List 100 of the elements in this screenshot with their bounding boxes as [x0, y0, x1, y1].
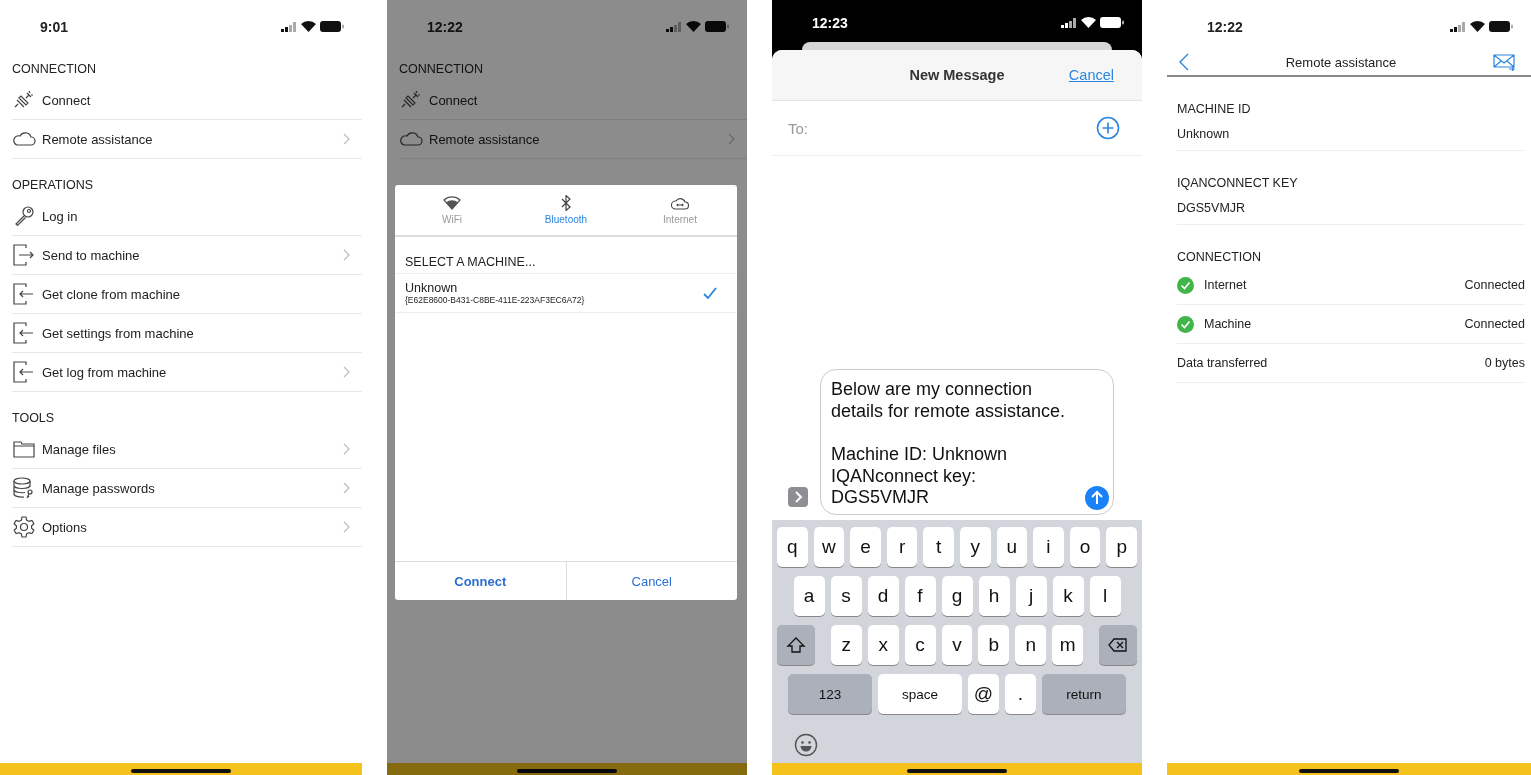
connect-button[interactable]: Connect — [395, 562, 566, 600]
shift-key[interactable] — [777, 625, 815, 665]
chevron-icon — [342, 133, 350, 145]
keyboard-key[interactable]: b — [978, 625, 1010, 665]
keyboard-key[interactable]: e — [850, 527, 881, 567]
keyboard-key[interactable]: k — [1052, 576, 1084, 616]
row-label: Internet — [1204, 278, 1248, 292]
keyboard-key[interactable]: l — [1089, 576, 1121, 616]
keyboard-key[interactable]: i — [1033, 527, 1064, 567]
sheet-title: New Message — [909, 67, 1005, 83]
import-icon — [12, 321, 36, 345]
menu-item[interactable]: Manage files — [12, 430, 362, 469]
menu-item[interactable]: Manage passwords — [12, 469, 362, 508]
keyboard-key[interactable]: x — [867, 625, 899, 665]
signal-icon — [1061, 17, 1077, 28]
keyboard-key[interactable]: w — [813, 527, 845, 567]
row-value: 0 bytes — [1484, 356, 1525, 370]
menu-item[interactable]: Log in — [12, 197, 362, 236]
section-header: CONNECTION — [1176, 249, 1263, 266]
keyboard-key[interactable]: g — [941, 576, 973, 616]
menu-item[interactable]: Get clone from machine — [12, 275, 362, 314]
cancel-link[interactable]: Cancel — [1068, 67, 1114, 83]
space-key[interactable]: space — [878, 674, 962, 714]
menu-item-label: Manage files — [42, 441, 117, 457]
delete-key[interactable] — [1099, 625, 1137, 665]
keyboard-key[interactable]: f — [904, 576, 936, 616]
keyboard-key[interactable]: y — [960, 527, 991, 567]
machine-item[interactable]: Unknown {E62E8600-B431-C8BE-411E-223AF3EC6A72} — [395, 274, 737, 313]
keyboard-key[interactable]: c — [904, 625, 936, 665]
field-label: IQANCONNECT KEY — [1176, 175, 1299, 192]
connection-tab[interactable]: Bluetooth — [509, 185, 623, 235]
emoji-icon[interactable] — [794, 733, 818, 757]
keyboard-key[interactable]: return — [1042, 674, 1126, 714]
keyboard-key[interactable]: u — [996, 527, 1028, 567]
keyboard-key[interactable]: s — [830, 576, 862, 616]
keyboard-key[interactable]: m — [1052, 625, 1084, 665]
field-value: DGS5VMJR — [1177, 192, 1525, 225]
keyboard-key[interactable]: @ — [968, 674, 999, 714]
menu-item[interactable]: Get log from machine — [12, 353, 362, 392]
wifi-icon — [443, 195, 461, 211]
delete-icon — [1108, 636, 1129, 654]
menu-item[interactable]: Connect — [12, 81, 362, 120]
keyboard-key[interactable]: r — [886, 527, 918, 567]
menu-item[interactable]: Send to machine — [12, 236, 362, 275]
keyboard-key[interactable]: n — [1015, 625, 1047, 665]
keyboard-key[interactable]: d — [867, 576, 899, 616]
import-icon — [12, 282, 36, 306]
keyboard-key[interactable]: q — [777, 527, 808, 567]
status-time: 12:22 — [427, 18, 463, 35]
dialog-heading: SELECT A MACHINE... — [395, 237, 737, 274]
field-value: Unknown — [1177, 118, 1525, 151]
chevron-icon — [342, 366, 350, 378]
send-button[interactable] — [1085, 486, 1109, 510]
expand-button[interactable] — [788, 487, 808, 507]
signal-icon — [281, 21, 297, 32]
signal-icon — [666, 21, 682, 32]
wifi-icon — [1470, 21, 1485, 32]
menu-item[interactable]: Get settings from machine — [12, 314, 362, 353]
keyboard-key[interactable]: p — [1106, 527, 1137, 567]
add-contact-icon[interactable] — [1096, 116, 1120, 140]
signal-icon — [1450, 21, 1466, 32]
menu-item-label: Get clone from machine — [42, 286, 181, 302]
menu-item-label: Remote assistance — [42, 131, 154, 147]
database-icon — [12, 476, 36, 500]
section-header: OPERATIONS — [11, 177, 95, 194]
wifi-icon — [301, 21, 316, 32]
export-icon — [12, 243, 36, 267]
import-icon — [12, 360, 36, 384]
keyboard-key[interactable]: v — [941, 625, 973, 665]
section-header: CONNECTION — [398, 61, 485, 78]
keyboard-key[interactable]: t — [923, 527, 954, 567]
menu-item[interactable]: Remote assistance — [12, 120, 362, 159]
status-time: 9:01 — [40, 18, 69, 35]
cancel-button[interactable]: Cancel — [565, 562, 737, 600]
chevron-icon — [727, 133, 735, 145]
chevron-icon — [342, 249, 350, 261]
wifi-icon — [1081, 17, 1096, 28]
keyboard-key[interactable]: a — [793, 576, 825, 616]
menu-item[interactable]: Connect — [399, 81, 747, 120]
menu-item[interactable]: Remote assistance — [399, 120, 747, 159]
settings-icon — [12, 515, 36, 539]
menu-item-label: Manage passwords — [42, 480, 156, 496]
cloud-icon — [671, 195, 689, 211]
keyboard-key[interactable]: z — [830, 625, 862, 665]
keyboard-key[interactable]: . — [1005, 674, 1036, 714]
keyboard-key[interactable]: 123 — [788, 674, 872, 714]
battery-icon — [705, 21, 729, 32]
keyboard-key[interactable]: o — [1069, 527, 1101, 567]
menu-item-label: Log in — [42, 208, 79, 224]
section-header: CONNECTION — [11, 61, 98, 78]
keyboard-key[interactable]: j — [1015, 576, 1047, 616]
menu-item-label: Get settings from machine — [42, 325, 195, 341]
menu-item[interactable]: Options — [12, 508, 362, 547]
mail-icon[interactable] — [1493, 53, 1515, 71]
status-time: 12:22 — [1207, 18, 1243, 35]
back-button[interactable] — [1179, 53, 1189, 71]
menu-item-label: Options — [42, 519, 88, 535]
keyboard-key[interactable]: h — [978, 576, 1010, 616]
message-field[interactable]: Below are my connection details for remote assistance. Machine ID: Unknown IQANconnect key: DGS5VMJR — [820, 369, 1114, 515]
shift-icon — [785, 636, 806, 654]
